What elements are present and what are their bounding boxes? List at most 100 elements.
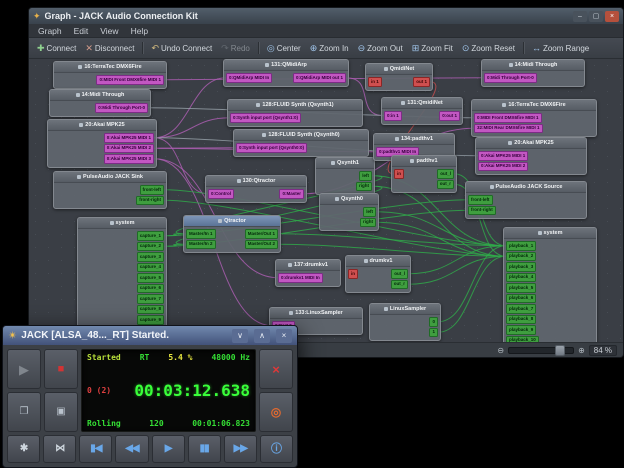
port-out[interactable]: right bbox=[360, 218, 376, 228]
port-out[interactable]: out_l bbox=[437, 169, 454, 179]
graph-node-system-l[interactable]: systemcapture_1capture_2capture_3capture… bbox=[77, 217, 167, 339]
port-out[interactable]: left bbox=[363, 207, 376, 217]
qjackctl-close-button[interactable]: × bbox=[276, 329, 292, 343]
port-in[interactable]: front-left bbox=[468, 195, 493, 205]
power-button[interactable]: ◎ bbox=[259, 392, 293, 432]
port-in[interactable]: playback_10 bbox=[506, 336, 539, 343]
port-in[interactable]: 0:in 1 bbox=[384, 111, 402, 121]
qjackctl-titlebar[interactable]: ✴ JACK [ALSA_48..._RT] Started. ∨ ∧ × bbox=[3, 326, 297, 345]
graph-node-qtractor-midi[interactable]: 130:Qtractor0:Control0:Master bbox=[205, 175, 307, 203]
port-out[interactable]: 0:QMidiArp MIDI out 1 bbox=[293, 73, 346, 83]
port-out[interactable]: out 1 bbox=[413, 77, 430, 87]
port-out[interactable]: out_l bbox=[391, 269, 408, 279]
port-in[interactable]: 0:Control bbox=[208, 189, 234, 199]
port-out[interactable]: out_r bbox=[437, 180, 454, 190]
graph-node-drumkv1-midi[interactable]: 137:drumkv10:drumkv1 MIDI In bbox=[275, 259, 341, 287]
connection-wire[interactable] bbox=[376, 222, 506, 256]
zoom-slider[interactable] bbox=[508, 347, 574, 354]
graph-node-linuxsampler[interactable]: LinuxSampler01 bbox=[369, 303, 441, 341]
port-in[interactable]: playback_7 bbox=[506, 304, 536, 314]
toolbar-zoom-fit[interactable]: ⊞Zoom Fit bbox=[408, 42, 457, 55]
port-in[interactable]: playback_1 bbox=[506, 241, 536, 251]
port-in[interactable]: in 1 bbox=[368, 77, 382, 87]
port-out[interactable]: capture_8 bbox=[137, 305, 164, 315]
graph-node-qmidinet-alsa[interactable]: 131:QmidiNet0:in 10:out 1 bbox=[381, 97, 463, 125]
zoom-in-icon[interactable]: ⊕ bbox=[578, 346, 585, 355]
port-in[interactable]: 0:Akai MPK25 MIDI 2 bbox=[478, 162, 528, 172]
quit-button[interactable]: × bbox=[259, 349, 293, 389]
port-in[interactable]: 0:Synth input port (Qsynth0:0) bbox=[236, 143, 307, 153]
graph-node-terratec-l[interactable]: 16:TerraTec DMX6Fire0:MIDI Front DMX6fir… bbox=[53, 61, 167, 89]
port-in[interactable]: in bbox=[394, 169, 404, 179]
port-out[interactable]: capture_1 bbox=[137, 231, 164, 241]
port-in[interactable]: 0:Midi Through Port-0 bbox=[484, 73, 537, 83]
zoom-out-icon[interactable]: ⊖ bbox=[497, 346, 504, 355]
transport-skip-back-button[interactable]: ▮◀ bbox=[79, 435, 112, 463]
graph-canvas[interactable]: 16:TerraTec DMX6Fire0:MIDI Front DMX6fir… bbox=[29, 59, 623, 342]
connection-wire[interactable] bbox=[154, 118, 230, 138]
menu-edit[interactable]: Edit bbox=[69, 26, 94, 36]
graph-node-padthv1[interactable]: padthv1inout_lout_r bbox=[391, 155, 457, 193]
port-in[interactable]: playback_6 bbox=[506, 294, 536, 304]
port-in[interactable]: Master/In 2 bbox=[186, 240, 216, 250]
shade-button[interactable]: ∨ bbox=[232, 329, 248, 343]
port-in[interactable]: 0:Synth input port (Qsynth1:0) bbox=[230, 113, 301, 123]
port-out[interactable]: 0:Akai MPK25 MIDI 1 bbox=[104, 133, 154, 143]
connection-wire[interactable] bbox=[154, 148, 236, 149]
transport-play-button[interactable]: ▶ bbox=[152, 435, 185, 463]
port-in[interactable]: 0:Akai MPK25 MIDI 1 bbox=[478, 151, 528, 161]
port-out[interactable]: 1 bbox=[429, 328, 438, 338]
connection-wire[interactable] bbox=[278, 234, 506, 246]
port-out[interactable]: front-right bbox=[136, 196, 164, 206]
port-out[interactable]: capture_5 bbox=[137, 273, 164, 283]
port-out[interactable]: 0:MIDI Front DMX6fire MIDI 1 bbox=[96, 75, 164, 85]
port-out[interactable]: left bbox=[359, 171, 372, 181]
port-out[interactable]: Master/Out 2 bbox=[245, 240, 278, 250]
toolbar-zoom-reset[interactable]: ⊙Zoom Reset bbox=[458, 42, 519, 55]
transport-pause-button[interactable]: ▮▮ bbox=[188, 435, 221, 463]
graph-node-midithrough-r[interactable]: 14:Midi Through0:Midi Through Port-0 bbox=[481, 59, 585, 87]
connection-wire[interactable] bbox=[438, 246, 506, 322]
toolbar-disconnect[interactable]: ✕Disconnect bbox=[81, 42, 138, 55]
graph-node-fluid1[interactable]: 128:FLUID Synth (Qsynth1)0:Synth input p… bbox=[227, 99, 363, 127]
port-out[interactable]: capture_7 bbox=[137, 294, 164, 304]
port-in[interactable]: playback_4 bbox=[506, 273, 536, 283]
graph-node-qsynth1[interactable]: Qsynth1leftright bbox=[315, 157, 375, 195]
graph-node-qtractor[interactable]: QtractorMaster/In 1Master/In 2Master/Out… bbox=[183, 215, 281, 253]
graph-node-pasink[interactable]: PulseAudio JACK Sinkfront-leftfront-righ… bbox=[53, 171, 167, 209]
toolbar-undo-connect[interactable]: ↶Undo Connect bbox=[147, 42, 216, 55]
port-in[interactable]: 0:MIDI Front DMX6fire MIDI 1 bbox=[474, 113, 542, 123]
graph-node-drumkv1[interactable]: drumkv1inout_lout_r bbox=[345, 255, 411, 293]
transport-rewind-button[interactable]: ◀◀ bbox=[115, 435, 148, 463]
port-out[interactable]: right bbox=[356, 182, 372, 192]
stop-button[interactable]: ■ bbox=[44, 349, 78, 389]
messages-button[interactable]: ❐ bbox=[7, 392, 41, 432]
port-out[interactable]: 0:Midi Through Port-0 bbox=[95, 103, 148, 113]
start-button[interactable]: ▶ bbox=[7, 349, 41, 389]
port-out[interactable]: capture_2 bbox=[137, 242, 164, 252]
graph-node-qmidinet-jack[interactable]: QmidiNetin 1out 1 bbox=[365, 63, 433, 91]
graph-node-qsynth0[interactable]: Qsynth0leftright bbox=[319, 193, 379, 231]
port-out[interactable]: front-left bbox=[140, 185, 165, 195]
graph-node-akai-r[interactable]: 20:Akai MPK250:Akai MPK25 MIDI 10:Akai M… bbox=[475, 137, 587, 175]
port-in[interactable]: front-right bbox=[468, 206, 496, 216]
port-in[interactable]: 0:drumkv1 MIDI In bbox=[278, 273, 323, 283]
graph-node-midithrough-l[interactable]: 14:Midi Through0:Midi Through Port-0 bbox=[49, 89, 151, 117]
graph-node-pasource[interactable]: PulseAudio JACK Sourcefront-leftfront-ri… bbox=[465, 181, 587, 219]
menu-graph[interactable]: Graph bbox=[33, 26, 67, 36]
graph-node-terratec-r[interactable]: 16:TerraTec DMX6Fire0:MIDI Front DMX6fir… bbox=[471, 99, 597, 137]
toolbar-connect[interactable]: ✚Connect bbox=[33, 42, 80, 55]
about-button[interactable]: ⓘ bbox=[260, 435, 293, 463]
port-out[interactable]: 0 bbox=[429, 317, 438, 327]
port-out[interactable]: Master/Out 1 bbox=[245, 229, 278, 239]
port-in[interactable]: 32:MIDI Rear DMX6fire MIDI 1 bbox=[474, 124, 543, 134]
toolbar-zoom-range[interactable]: ↔Zoom Range bbox=[528, 42, 593, 55]
port-in[interactable]: playback_2 bbox=[506, 252, 536, 262]
graph-node-fluid0[interactable]: 128:FLUID Synth (Qsynth0)0:Synth input p… bbox=[233, 129, 369, 157]
connections-button[interactable]: ⋈ bbox=[43, 435, 76, 463]
port-out[interactable]: out_r bbox=[391, 280, 408, 290]
port-out[interactable]: 0:Master bbox=[279, 189, 304, 199]
port-out[interactable]: 0:out 1 bbox=[439, 111, 460, 121]
transport-forward-button[interactable]: ▶▶ bbox=[224, 435, 257, 463]
maximize-button[interactable]: ▢ bbox=[589, 11, 603, 22]
